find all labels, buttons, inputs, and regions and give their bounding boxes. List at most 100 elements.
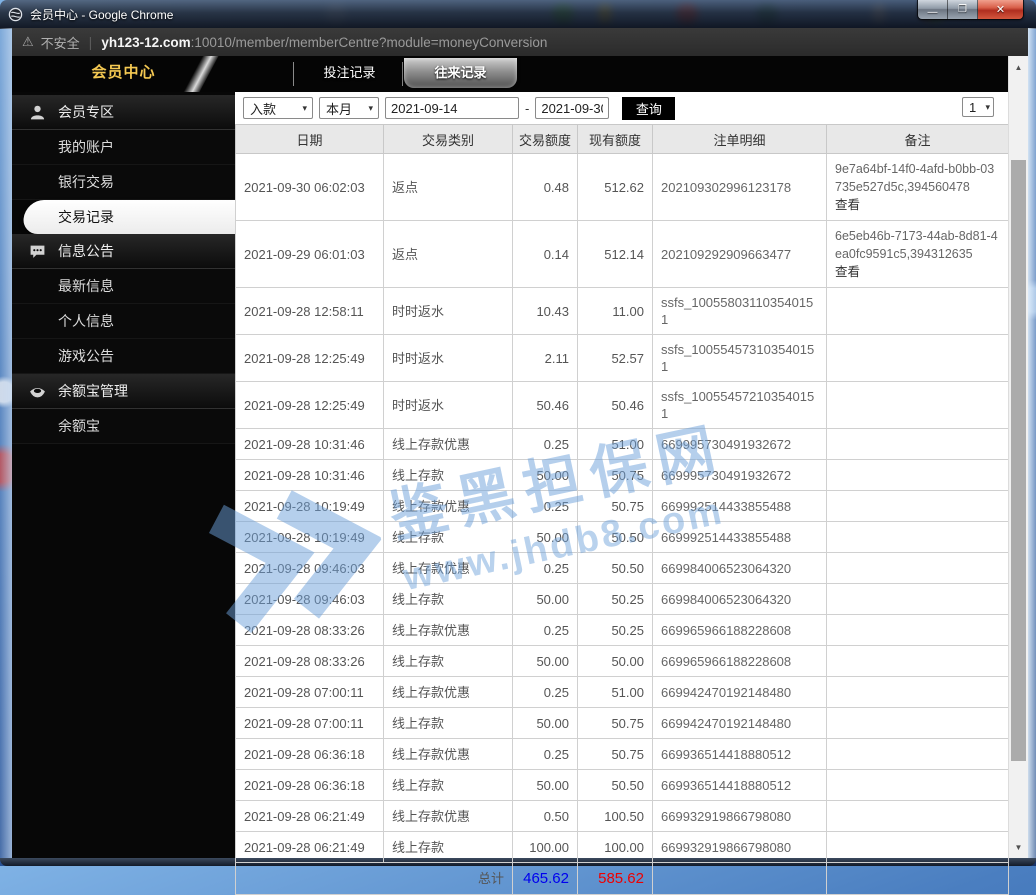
page-select[interactable]: 1 ▾ — [962, 97, 994, 117]
sidebar-item-yuebao[interactable]: 余额宝 — [12, 409, 235, 444]
sidebar-item-member-zone[interactable]: 会员专区 — [12, 95, 235, 130]
cell-remark — [826, 645, 1009, 677]
cell-balance: 50.00 — [577, 645, 653, 677]
cell-date: 2021-09-30 06:02:03 — [235, 153, 384, 221]
total-balance: 585.62 — [577, 862, 653, 895]
view-link[interactable]: 查看 — [835, 263, 1000, 281]
cell-remark — [826, 490, 1009, 522]
table-row: 2021-09-28 06:36:18 线上存款 50.00 50.50 669… — [235, 769, 1009, 801]
total-amount: 465.62 — [512, 862, 578, 895]
cell-remark — [826, 738, 1009, 770]
table-row: 2021-09-28 08:33:26 线上存款优惠 0.25 50.25 66… — [235, 614, 1009, 646]
cell-type: 时时返水 — [383, 381, 513, 429]
cell-remark — [826, 552, 1009, 584]
chevron-down-icon: ▾ — [985, 101, 990, 112]
table-row: 2021-09-28 06:21:49 线上存款 100.00 100.00 6… — [235, 831, 1009, 863]
cell-amount: 50.00 — [512, 521, 578, 553]
cell-remark: 6e5eb46b-7173-44ab-8d81-4ea0fc9591c5,394… — [826, 220, 1009, 288]
cell-detail: 202109292909663477 — [652, 220, 827, 288]
cell-date: 2021-09-28 10:31:46 — [235, 459, 384, 491]
tab-divider — [402, 62, 403, 86]
cell-detail: 669965966188228608 — [652, 614, 827, 646]
cell-date: 2021-09-28 10:19:49 — [235, 521, 384, 553]
date-to-input[interactable] — [535, 97, 610, 119]
cell-type: 线上存款 — [383, 521, 513, 553]
cell-type: 线上存款优惠 — [383, 490, 513, 522]
security-label[interactable]: 不安全 — [41, 33, 80, 52]
footer-empty-cell — [826, 862, 1009, 895]
cell-amount: 0.25 — [512, 738, 578, 770]
sidebar-item-my-account[interactable]: 我的账户 — [12, 130, 235, 165]
cell-detail: ssfs_100554572103540151 — [652, 381, 827, 429]
search-button[interactable]: 查询 — [622, 96, 676, 120]
address-bar[interactable]: ⚠ 不安全 | yh123-12.com :10010/member/membe… — [12, 28, 1028, 56]
cell-type: 线上存款优惠 — [383, 676, 513, 708]
chevron-down-icon: ▾ — [302, 102, 307, 113]
table-row: 2021-09-29 06:01:03 返点 0.14 512.14 20210… — [235, 220, 1009, 288]
url-host[interactable]: yh123-12.com — [101, 35, 190, 50]
col-header-type: 交易类别 — [383, 124, 513, 154]
sidebar-item-personal-info[interactable]: 个人信息 — [12, 304, 235, 339]
cell-date: 2021-09-28 12:25:49 — [235, 334, 384, 382]
cell-type: 线上存款优惠 — [383, 800, 513, 832]
tab-betting-records[interactable]: 投注记录 — [297, 58, 402, 88]
cell-detail: 202109302996123178 — [652, 153, 827, 221]
sidebar-nav: 会员专区 我的账户 银行交易 交易记录 信息公告 最新信息 个人信息 游戏公告 … — [12, 92, 239, 858]
cell-amount: 0.25 — [512, 428, 578, 460]
window-titlebar[interactable]: 会员中心 - Google Chrome — ❐ ✕ — [0, 0, 1036, 29]
cell-date: 2021-09-28 08:33:26 — [235, 614, 384, 646]
cell-balance: 50.46 — [577, 381, 653, 429]
cell-type: 返点 — [383, 220, 513, 288]
date-range-separator: - — [525, 100, 530, 116]
cell-balance: 50.75 — [577, 707, 653, 739]
table-row: 2021-09-28 07:00:11 线上存款优惠 0.25 51.00 66… — [235, 676, 1009, 708]
table-row: 2021-09-28 12:25:49 时时返水 50.46 50.46 ssf… — [235, 381, 1009, 429]
cell-balance: 11.00 — [577, 287, 653, 335]
vertical-scrollbar[interactable]: ▲ ▼ — [1008, 56, 1028, 858]
cell-balance: 50.50 — [577, 552, 653, 584]
close-button[interactable]: ✕ — [978, 0, 1023, 19]
cell-amount: 0.48 — [512, 153, 578, 221]
sidebar-item-latest-news[interactable]: 最新信息 — [12, 269, 235, 304]
cell-date: 2021-09-29 06:01:03 — [235, 220, 384, 288]
scroll-up-arrow-icon[interactable]: ▲ — [1009, 58, 1028, 76]
tab-transaction-records[interactable]: 往来记录 — [404, 58, 517, 88]
sidebar-item-bank-transactions[interactable]: 银行交易 — [12, 165, 235, 200]
date-from-input[interactable] — [385, 97, 519, 119]
col-header-detail: 注单明细 — [652, 124, 827, 154]
total-label: 总计 — [235, 862, 513, 895]
cell-amount: 10.43 — [512, 287, 578, 335]
chevron-down-icon: ▾ — [368, 102, 373, 113]
selected-item-highlight — [22, 200, 239, 234]
sidebar-item-information-notices[interactable]: 信息公告 — [12, 234, 235, 269]
cell-date: 2021-09-28 09:46:03 — [235, 583, 384, 615]
cell-remark — [826, 583, 1009, 615]
url-path[interactable]: :10010/member/memberCentre?module=moneyC… — [191, 35, 548, 50]
cell-amount: 0.25 — [512, 676, 578, 708]
period-select[interactable]: 本月 ▾ — [319, 97, 379, 119]
view-link[interactable]: 查看 — [835, 196, 1000, 214]
cell-type: 线上存款 — [383, 831, 513, 863]
transaction-type-select[interactable]: 入款 ▾ — [243, 97, 313, 119]
transaction-table: 日期 交易类别 交易额度 现有额度 注单明细 备注 2021-09-30 06:… — [235, 124, 1009, 895]
warning-icon: ⚠ — [22, 34, 34, 49]
scroll-down-arrow-icon[interactable]: ▼ — [1009, 838, 1028, 856]
cell-type: 线上存款优惠 — [383, 552, 513, 584]
sidebar-item-transaction-records[interactable]: 交易记录 — [12, 200, 239, 234]
cell-remark — [826, 831, 1009, 863]
col-header-amount: 交易额度 — [512, 124, 578, 154]
cell-date: 2021-09-28 12:58:11 — [235, 287, 384, 335]
cell-date: 2021-09-28 07:00:11 — [235, 707, 384, 739]
table-row: 2021-09-28 09:46:03 线上存款 50.00 50.25 669… — [235, 583, 1009, 615]
browser-content: ⚠ 不安全 | yh123-12.com :10010/member/membe… — [12, 28, 1028, 895]
cell-remark — [826, 334, 1009, 382]
scrollbar-thumb[interactable] — [1011, 160, 1026, 761]
cell-detail: 669992514433855488 — [652, 490, 827, 522]
sidebar-item-yuebao-management[interactable]: 余额宝管理 — [12, 374, 235, 409]
maximize-button[interactable]: ❐ — [948, 0, 978, 19]
table-row: 2021-09-28 10:19:49 线上存款优惠 0.25 50.75 66… — [235, 490, 1009, 522]
cell-remark — [826, 381, 1009, 429]
minimize-button[interactable]: — — [918, 0, 948, 19]
sidebar-item-game-notices[interactable]: 游戏公告 — [12, 339, 235, 374]
cell-detail: 669936514418880512 — [652, 738, 827, 770]
